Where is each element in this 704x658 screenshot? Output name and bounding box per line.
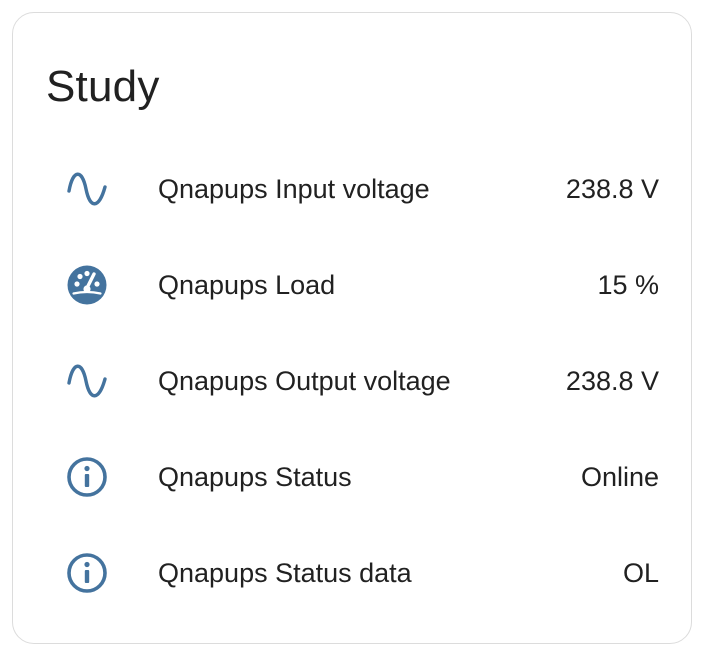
info-icon (65, 455, 109, 499)
entity-state: 238.8 V (565, 174, 659, 204)
entity-row-load[interactable]: Qnapups Load 15 % (13, 237, 691, 333)
entity-row-status-data[interactable]: Qnapups Status data OL (13, 525, 691, 621)
entity-row-status[interactable]: Qnapups Status Online (13, 429, 691, 525)
entity-state: 238.8 V (565, 366, 659, 396)
info-icon (65, 551, 109, 595)
gauge-icon (65, 263, 109, 307)
entity-row-input-voltage[interactable]: Qnapups Input voltage 238.8 V (13, 141, 691, 237)
entity-name: Qnapups Status (158, 462, 352, 492)
entity-state: OL (622, 558, 659, 588)
sine-wave-icon (65, 167, 109, 211)
sine-wave-icon (65, 359, 109, 403)
entity-state: Online (580, 462, 659, 492)
entity-name: Qnapups Load (158, 270, 336, 300)
entity-name: Qnapups Status data (158, 558, 412, 588)
entity-row-output-voltage[interactable]: Qnapups Output voltage 238.8 V (13, 333, 691, 429)
entity-state: 15 % (597, 270, 659, 300)
entities-card: Study Qnapups Input voltage 238.8 V Qnap… (12, 12, 692, 644)
card-title: Study (46, 62, 160, 111)
entity-name: Qnapups Output voltage (158, 366, 451, 396)
entity-name: Qnapups Input voltage (158, 174, 430, 204)
